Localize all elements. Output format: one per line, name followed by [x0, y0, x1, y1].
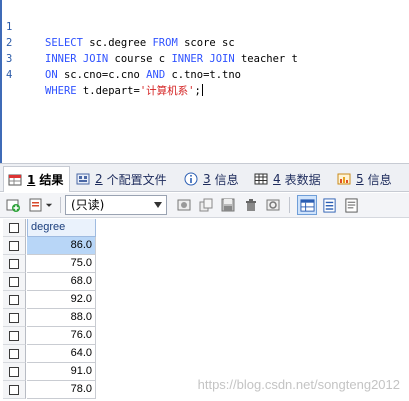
- code-line: 1 SELECT sc.degree FROM score sc: [2, 3, 409, 49]
- checkbox-box: [9, 384, 19, 395]
- tab-label: 信息: [367, 172, 392, 187]
- toolbar-divider: [289, 197, 290, 213]
- table-data-icon: [254, 173, 268, 185]
- chevron-down-icon: [154, 202, 162, 208]
- export-dropdown-button[interactable]: [43, 196, 55, 214]
- checkbox-box: [9, 222, 19, 233]
- checkbox-box: [9, 330, 19, 341]
- result-mode-value: (只读): [71, 198, 105, 212]
- row-checkbox[interactable]: [3, 255, 26, 273]
- sql-editor[interactable]: 1 SELECT sc.degree FROM score sc 2 INNER…: [0, 0, 409, 163]
- result-mode-select[interactable]: (只读): [65, 195, 167, 215]
- tab-table-data[interactable]: 4 表数据: [254, 167, 321, 191]
- code-line: 2 INNER JOIN course c INNER JOIN teacher…: [2, 19, 409, 65]
- tab-label: 结果: [39, 173, 64, 187]
- checkbox-box: [9, 294, 19, 305]
- checkbox-box: [9, 312, 19, 323]
- chevron-down-icon: [45, 203, 53, 207]
- column-header-degree[interactable]: degree: [27, 219, 96, 237]
- filter-icon: [177, 199, 191, 211]
- refresh-button[interactable]: [264, 196, 282, 214]
- table-cell[interactable]: 68.0: [27, 273, 96, 291]
- code-line: 3 ON sc.cno=c.cno AND c.tno=t.tno: [2, 35, 409, 81]
- info-chart-icon: [337, 173, 351, 185]
- checkbox-box: [9, 366, 19, 377]
- tab-number: 4: [273, 172, 281, 186]
- copy-row-button[interactable]: [197, 196, 215, 214]
- row-checkbox[interactable]: [3, 309, 26, 327]
- profile-icon: [76, 173, 90, 185]
- row-checkbox[interactable]: [3, 237, 26, 255]
- sql-code: ON sc.cno=c.cno AND c.tno=t.tno: [45, 69, 241, 81]
- table-cell[interactable]: 76.0: [27, 327, 96, 345]
- tab-number: 2: [95, 172, 103, 186]
- row-checkbox[interactable]: [3, 363, 26, 381]
- trash-icon: [246, 199, 256, 211]
- result-tabbar: 1 结果 2 个配置文件 3 信息 4 表数据 5 信息: [0, 163, 409, 192]
- grid-view-button[interactable]: [297, 195, 317, 215]
- save-icon: [221, 198, 235, 212]
- row-checkbox[interactable]: [3, 327, 26, 345]
- grid-view-icon: [299, 198, 315, 212]
- table-cell[interactable]: 75.0: [27, 255, 96, 273]
- checkbox-box: [9, 258, 19, 269]
- tab-label: 个配置文件: [106, 172, 167, 187]
- text-view-icon: [344, 197, 358, 213]
- tab-info-2[interactable]: 5 信息: [337, 167, 392, 191]
- tab-label: 信息: [214, 172, 239, 187]
- copy-icon: [199, 198, 213, 212]
- sql-code: WHERE t.depart='计算机系';: [45, 84, 203, 97]
- refresh-icon: [266, 199, 280, 211]
- select-all-checkbox[interactable]: [3, 219, 26, 237]
- result-grid[interactable]: degree 86.0 75.0 68.0 92.0 88.0 76.0 64.…: [0, 219, 409, 401]
- checkbox-box: [9, 240, 19, 251]
- filter-button[interactable]: [175, 196, 193, 214]
- table-cell[interactable]: 78.0: [27, 381, 96, 399]
- table-cell[interactable]: 92.0: [27, 291, 96, 309]
- row-checkbox[interactable]: [3, 273, 26, 291]
- checkbox-box: [9, 276, 19, 287]
- save-button[interactable]: [219, 196, 237, 214]
- text-view-button[interactable]: [341, 195, 361, 215]
- table-cell[interactable]: 88.0: [27, 309, 96, 327]
- tab-info[interactable]: 3 信息: [184, 167, 239, 191]
- checkbox-box: [9, 348, 19, 359]
- tab-profile[interactable]: 2 个配置文件: [76, 167, 167, 191]
- delete-button[interactable]: [242, 196, 260, 214]
- tab-label: 表数据: [284, 172, 321, 187]
- tab-number: 5: [356, 172, 364, 186]
- text-caret: [201, 84, 203, 96]
- toolbar-divider: [60, 197, 61, 213]
- tab-number: 1: [27, 172, 36, 187]
- code-line: 4 WHERE t.depart='计算机系';: [2, 51, 409, 97]
- tab-number: 3: [203, 172, 211, 186]
- row-checkbox[interactable]: [3, 345, 26, 363]
- table-cell[interactable]: 91.0: [27, 363, 96, 381]
- export-icon: [29, 198, 42, 212]
- add-row-button[interactable]: [4, 196, 22, 214]
- watermark-text: https://blog.csdn.net/songteng2012: [197, 377, 400, 392]
- row-checkbox[interactable]: [3, 381, 26, 399]
- table-cell[interactable]: 86.0: [27, 237, 96, 255]
- result-toolbar: (只读): [0, 193, 409, 218]
- table-cell[interactable]: 64.0: [27, 345, 96, 363]
- form-view-icon: [322, 197, 336, 213]
- info-icon: [184, 172, 198, 186]
- form-view-button[interactable]: [319, 195, 339, 215]
- row-checkbox[interactable]: [3, 291, 26, 309]
- tab-result[interactable]: 1 结果: [3, 166, 71, 192]
- result-grid-icon: [8, 174, 22, 185]
- add-row-icon: [6, 199, 20, 212]
- line-number: 4: [6, 69, 13, 81]
